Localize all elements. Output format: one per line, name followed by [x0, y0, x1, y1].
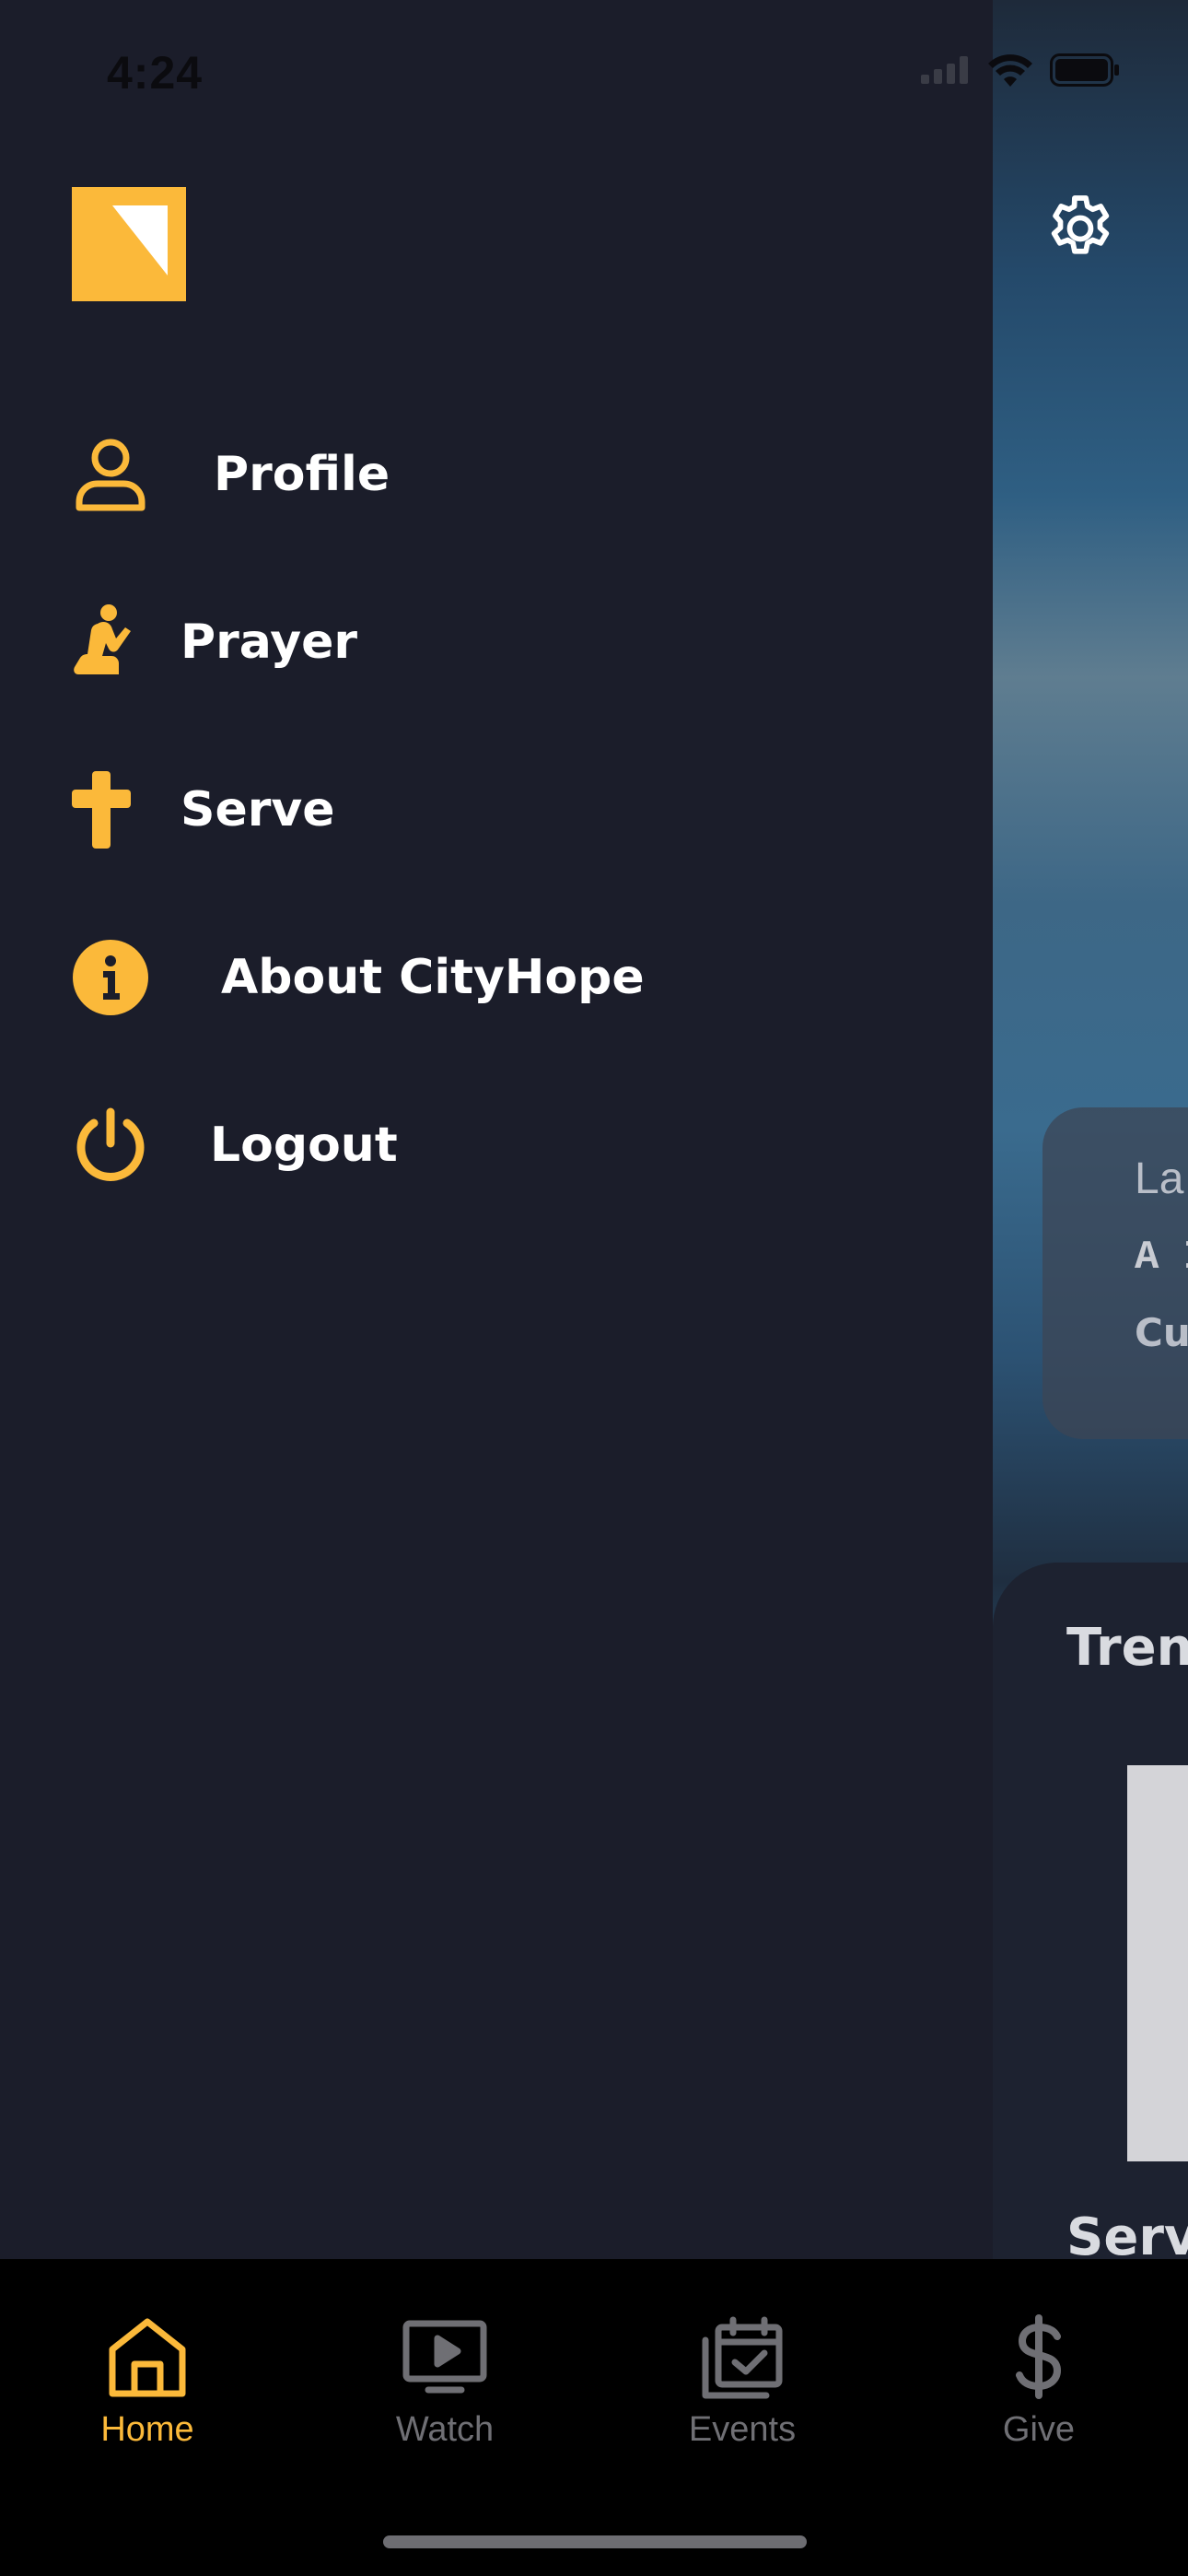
menu-item-about[interactable]: About CityHope — [72, 931, 645, 1024]
trending-panel: Trenc Servi — [993, 1563, 1188, 2259]
cityhope-logo — [72, 187, 186, 301]
menu-item-label: Profile — [214, 447, 390, 502]
tab-give[interactable]: Give — [947, 2311, 1131, 2450]
play-icon — [399, 2311, 491, 2403]
services-title: Servi — [1066, 2207, 1188, 2259]
tab-home[interactable]: Home — [55, 2311, 239, 2450]
menu-item-serve[interactable]: Serve — [72, 764, 335, 856]
menu-item-label: Prayer — [181, 615, 358, 670]
home-icon — [101, 2311, 193, 2403]
menu-item-prayer[interactable]: Prayer — [72, 596, 357, 688]
tab-events[interactable]: Events — [650, 2311, 834, 2450]
cellular-signal-icon — [921, 56, 971, 88]
tab-label: Home — [100, 2410, 194, 2449]
power-icon — [72, 1107, 149, 1184]
status-time: 4:24 — [107, 47, 204, 99]
trending-thumbnail[interactable] — [1127, 1765, 1188, 2161]
status-icons — [921, 53, 1120, 90]
latest-message-card[interactable]: La A I Cu — [1042, 1107, 1188, 1439]
profile-icon — [72, 436, 149, 513]
latest-card-subtitle: Cu — [1135, 1310, 1188, 1355]
latest-card-heading: La — [1135, 1154, 1184, 1203]
trending-title: Trenc — [1066, 1618, 1188, 1678]
menu-item-label: Logout — [210, 1118, 398, 1173]
menu-item-profile[interactable]: Profile — [72, 428, 390, 521]
side-drawer: Profile Prayer Serve About CityHope Logo… — [0, 0, 993, 2259]
tab-label: Give — [1002, 2410, 1076, 2449]
latest-card-title: A I — [1135, 1235, 1188, 1281]
battery-icon — [1050, 53, 1120, 90]
tab-label: Events — [688, 2410, 797, 2449]
background-home-screen: La A I Cu Trenc Servi — [993, 0, 1188, 2259]
cross-icon — [72, 771, 131, 849]
tab-label: Watch — [395, 2410, 495, 2449]
wifi-icon — [987, 53, 1033, 90]
dollar-icon — [993, 2311, 1085, 2403]
menu-item-label: About CityHope — [221, 950, 645, 1005]
tab-watch[interactable]: Watch — [353, 2311, 537, 2450]
menu-item-label: Serve — [181, 782, 335, 837]
menu-item-logout[interactable]: Logout — [72, 1099, 398, 1191]
info-icon — [72, 939, 149, 1016]
prayer-icon — [72, 603, 131, 681]
settings-gear-icon[interactable] — [1041, 189, 1120, 268]
home-indicator — [383, 2535, 807, 2548]
calendar-icon — [696, 2311, 788, 2403]
